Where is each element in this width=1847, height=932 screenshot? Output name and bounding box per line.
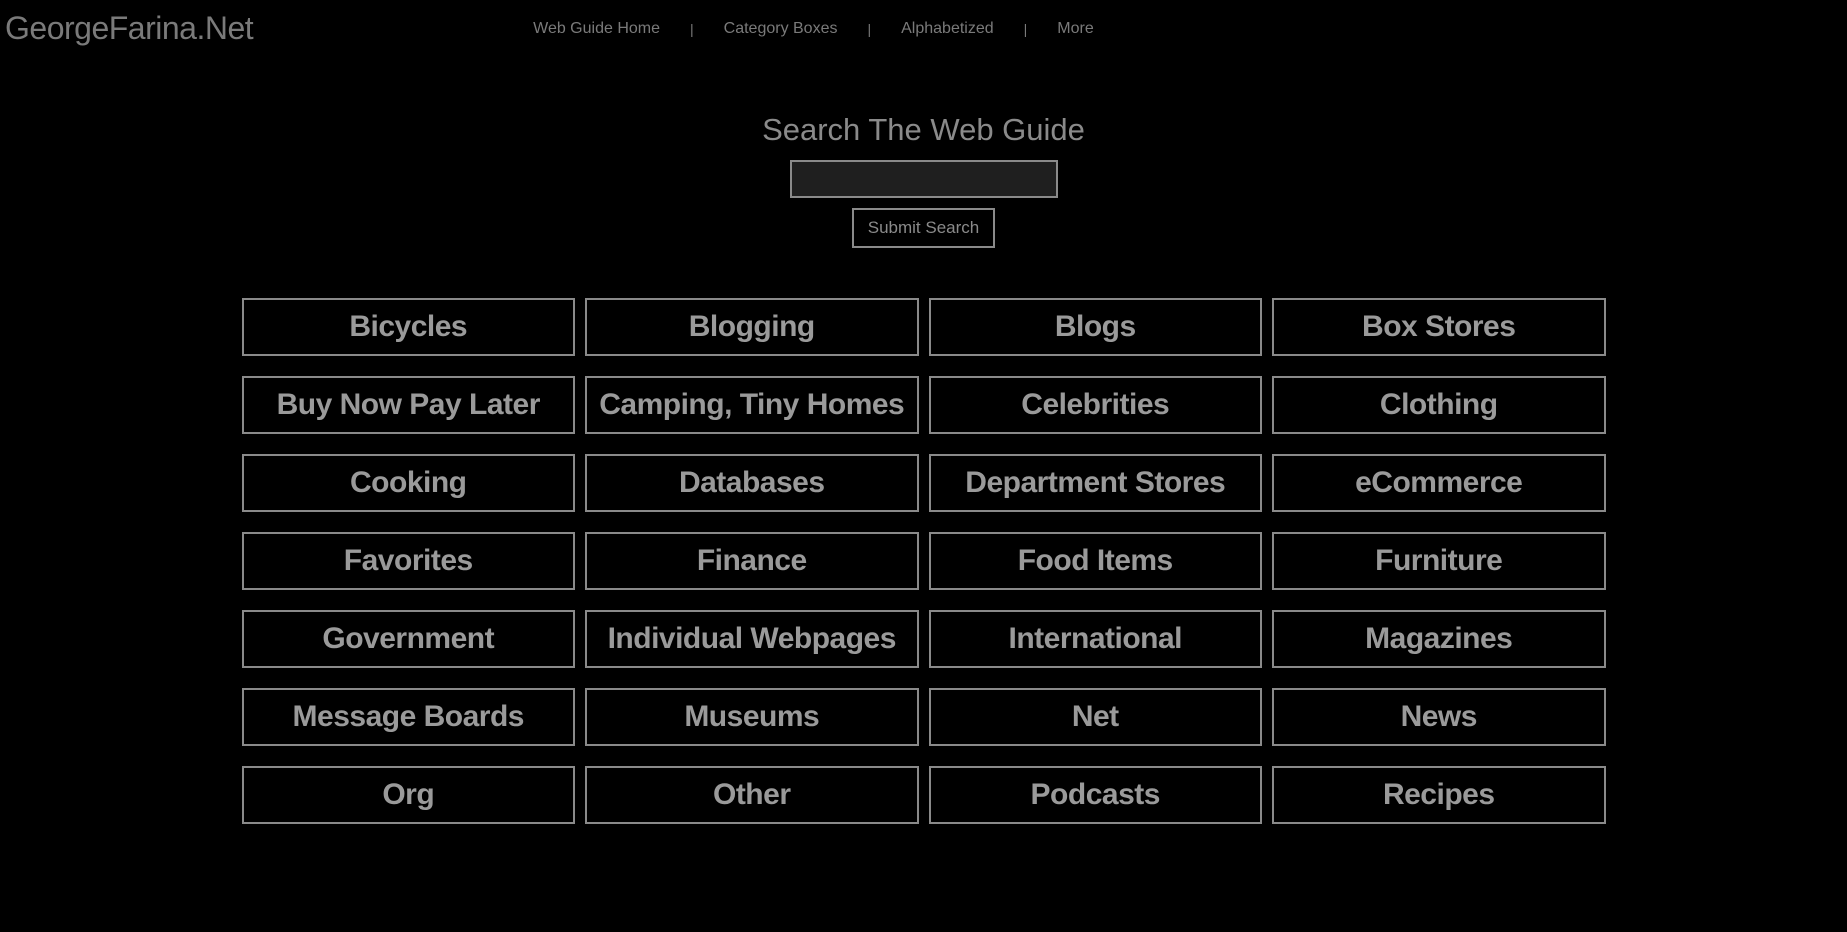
category-box[interactable]: International (929, 610, 1263, 668)
header: GeorgeFarina.Net Web Guide Home | Catego… (0, 0, 1847, 57)
category-box[interactable]: Food Items (929, 532, 1263, 590)
search-input[interactable] (790, 160, 1058, 198)
category-box[interactable]: Cooking (242, 454, 576, 512)
category-box[interactable]: Favorites (242, 532, 576, 590)
category-box[interactable]: Other (585, 766, 919, 824)
category-box[interactable]: Celebrities (929, 376, 1263, 434)
nav-divider: | (690, 21, 694, 37)
category-box[interactable]: Individual Webpages (585, 610, 919, 668)
main-nav: Web Guide Home | Category Boxes | Alphab… (533, 20, 1094, 38)
search-section: Search The Web Guide Submit Search (0, 112, 1847, 248)
category-box[interactable]: Net (929, 688, 1263, 746)
category-box[interactable]: Camping, Tiny Homes (585, 376, 919, 434)
category-grid: BicyclesBloggingBlogsBox Stores Buy Now P… (144, 298, 1704, 824)
nav-more[interactable]: More (1057, 20, 1093, 38)
nav-category-boxes[interactable]: Category Boxes (724, 20, 838, 38)
search-title: Search The Web Guide (0, 112, 1847, 148)
category-box[interactable]: Blogs (929, 298, 1263, 356)
category-box[interactable]: eCommerce (1272, 454, 1606, 512)
category-box[interactable]: Bicycles (242, 298, 576, 356)
category-box[interactable]: Buy Now Pay Later (242, 376, 576, 434)
category-box[interactable]: Furniture (1272, 532, 1606, 590)
nav-divider: | (1024, 21, 1028, 37)
site-logo[interactable]: GeorgeFarina.Net (5, 10, 253, 47)
category-box[interactable]: Podcasts (929, 766, 1263, 824)
submit-search-button[interactable]: Submit Search (852, 208, 996, 248)
category-box[interactable]: Museums (585, 688, 919, 746)
category-box[interactable]: Magazines (1272, 610, 1606, 668)
category-box[interactable]: Clothing (1272, 376, 1606, 434)
category-box[interactable]: Org (242, 766, 576, 824)
category-box[interactable]: Databases (585, 454, 919, 512)
category-box[interactable]: Finance (585, 532, 919, 590)
category-box[interactable]: Box Stores (1272, 298, 1606, 356)
category-box[interactable]: Message Boards (242, 688, 576, 746)
category-box[interactable]: News (1272, 688, 1606, 746)
category-box[interactable]: Recipes (1272, 766, 1606, 824)
nav-alphabetized[interactable]: Alphabetized (901, 20, 994, 38)
nav-web-guide-home[interactable]: Web Guide Home (533, 20, 660, 38)
category-box[interactable]: Blogging (585, 298, 919, 356)
category-box[interactable]: Department Stores (929, 454, 1263, 512)
category-box[interactable]: Government (242, 610, 576, 668)
nav-divider: | (867, 21, 871, 37)
